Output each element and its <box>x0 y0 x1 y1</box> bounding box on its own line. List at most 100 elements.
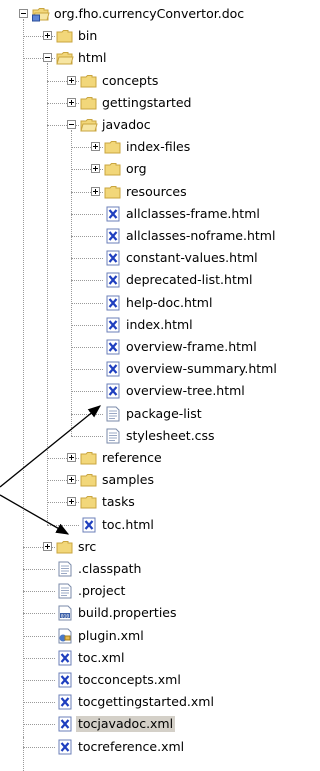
tree-item[interactable]: deprecated-list.html <box>0 270 318 292</box>
tree-item[interactable]: overview-frame.html <box>0 337 318 359</box>
expand-icon[interactable] <box>67 98 76 107</box>
folder-open-icon <box>80 117 98 133</box>
tree-item-label: html <box>78 50 107 65</box>
collapse-icon[interactable] <box>19 9 28 18</box>
tree-item[interactable]: constant-values.html <box>0 248 318 270</box>
tree-item-label: tasks <box>102 494 135 509</box>
folder-icon <box>80 450 98 466</box>
tree-item[interactable]: concepts <box>0 71 318 93</box>
tree-item[interactable]: toc.xml <box>0 648 318 670</box>
html-file-icon <box>104 206 122 222</box>
tree-item-label: org.fho.currencyConvertor.doc <box>54 6 245 21</box>
folder-icon <box>56 28 74 44</box>
tree-item-label: bin <box>78 28 98 43</box>
html-file-icon <box>80 517 98 533</box>
tree-item[interactable]: org <box>0 159 318 181</box>
tree-item[interactable]: tocconcepts.xml <box>0 670 318 692</box>
tree-item-label: plugin.xml <box>78 628 144 643</box>
tree-item[interactable]: package-list <box>0 404 318 426</box>
tree-item[interactable]: toc.html <box>0 515 318 537</box>
folder-icon <box>80 494 98 510</box>
tree-item-label: toc.xml <box>78 650 125 665</box>
html-file-icon <box>104 383 122 399</box>
tree-item[interactable]: gettingstarted <box>0 93 318 115</box>
tree-item-label: overview-frame.html <box>126 339 257 354</box>
folder-icon <box>80 73 98 89</box>
tree-item-label: tocgettingstarted.xml <box>78 694 214 709</box>
tree-item[interactable]: overview-summary.html <box>0 359 318 381</box>
tree-item[interactable]: index.html <box>0 315 318 337</box>
tree-item-label: help-doc.html <box>126 295 213 310</box>
tree-item-label: constant-values.html <box>126 250 258 265</box>
collapse-icon[interactable] <box>43 53 52 62</box>
tree-item-label: concepts <box>102 73 159 88</box>
xml-file-icon <box>56 650 74 666</box>
properties-file-icon: 010 <box>56 605 74 621</box>
tree-item[interactable]: resources <box>0 182 318 204</box>
tree-item[interactable]: overview-tree.html <box>0 381 318 403</box>
html-file-icon <box>104 361 122 377</box>
tree-item-label: gettingstarted <box>102 95 192 110</box>
tree-item-label: build.properties <box>78 605 177 620</box>
tree-item[interactable]: tocjavadoc.xml <box>0 714 318 736</box>
tree-item-label: tocjavadoc.xml <box>76 716 176 732</box>
tree-item-label: src <box>78 539 97 554</box>
tree-item[interactable]: stylesheet.css <box>0 426 318 448</box>
xml-file-icon <box>56 694 74 710</box>
tree-item[interactable]: .classpath <box>0 559 318 581</box>
tree-item-label: index-files <box>126 139 191 154</box>
expand-icon[interactable] <box>43 31 52 40</box>
tree-item[interactable]: org.fho.currencyConvertor.doc <box>0 4 318 26</box>
tree-item[interactable]: javadoc <box>0 115 318 137</box>
tree-item-label: overview-tree.html <box>126 383 245 398</box>
tree-item[interactable]: allclasses-noframe.html <box>0 226 318 248</box>
expand-icon[interactable] <box>91 187 100 196</box>
collapse-icon[interactable] <box>67 120 76 129</box>
tree-item[interactable]: reference <box>0 448 318 470</box>
html-file-icon <box>104 250 122 266</box>
folder-open-icon <box>56 50 74 66</box>
tree-item[interactable]: .project <box>0 581 318 603</box>
folder-icon <box>80 472 98 488</box>
package-explorer-tree: org.fho.currencyConvertor.doc bin html conc… <box>0 0 318 771</box>
expand-icon[interactable] <box>67 76 76 85</box>
folder-icon <box>104 184 122 200</box>
html-file-icon <box>104 272 122 288</box>
tree-item-label: tocconcepts.xml <box>78 672 181 687</box>
tree-item[interactable]: bin <box>0 26 318 48</box>
tree-item[interactable]: 010 build.properties <box>0 603 318 625</box>
xml-file-icon <box>56 672 74 688</box>
tree-item[interactable]: tocreference.xml <box>0 737 318 759</box>
html-file-icon <box>104 228 122 244</box>
tree-item[interactable]: index-files <box>0 137 318 159</box>
expand-icon[interactable] <box>91 142 100 151</box>
tree-item[interactable]: plugin.xml <box>0 626 318 648</box>
tree-item-label: index.html <box>126 317 193 332</box>
tree-item-label: .project <box>78 583 126 598</box>
text-file-icon <box>104 406 122 422</box>
tree-item[interactable]: allclasses-frame.html <box>0 204 318 226</box>
html-file-icon <box>104 339 122 355</box>
tree-item-label: overview-summary.html <box>126 361 277 376</box>
tree-item[interactable]: help-doc.html <box>0 293 318 315</box>
project-folder-icon <box>32 6 50 22</box>
expand-icon[interactable] <box>43 542 52 551</box>
expand-icon[interactable] <box>67 497 76 506</box>
expand-icon[interactable] <box>67 453 76 462</box>
folder-icon <box>104 161 122 177</box>
xml-file-icon <box>56 716 74 732</box>
tree-item[interactable]: tocgettingstarted.xml <box>0 692 318 714</box>
tree-item[interactable]: tasks <box>0 492 318 514</box>
folder-icon <box>80 95 98 111</box>
tree-item-label: deprecated-list.html <box>126 272 253 287</box>
expand-icon[interactable] <box>91 164 100 173</box>
text-file-icon <box>56 561 74 577</box>
tree-item-label: tocreference.xml <box>78 739 185 754</box>
tree-item[interactable]: src <box>0 537 318 559</box>
tree-item[interactable]: samples <box>0 470 318 492</box>
tree-item-label: toc.html <box>102 517 154 532</box>
tree-item-label: .classpath <box>78 561 142 576</box>
folder-icon <box>104 139 122 155</box>
tree-item[interactable]: html <box>0 48 318 70</box>
expand-icon[interactable] <box>67 475 76 484</box>
